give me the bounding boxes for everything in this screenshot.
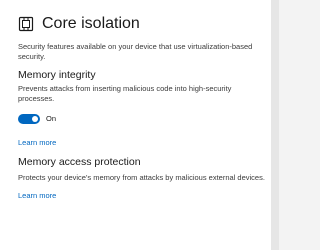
page-header: Core isolation <box>18 14 140 34</box>
shield-chip-icon <box>18 16 34 32</box>
memory-integrity-toggle[interactable] <box>18 114 40 124</box>
window-edge <box>271 0 279 250</box>
memory-integrity-title: Memory integrity <box>18 69 96 81</box>
memory-integrity-description: Prevents attacks from inserting maliciou… <box>18 84 232 103</box>
memory-access-protection-learn-more-link[interactable]: Learn more <box>18 191 56 201</box>
toggle-state-label: On <box>46 114 57 123</box>
memory-access-protection-description: Protects your device's memory from attac… <box>18 173 265 182</box>
memory-integrity-toggle-row: On <box>18 114 56 124</box>
memory-access-protection-title: Memory access protection <box>18 156 141 168</box>
toggle-knob <box>32 116 38 122</box>
intro-text: Security features available on your devi… <box>18 42 253 61</box>
memory-integrity-learn-more-link[interactable]: Learn more <box>18 138 56 148</box>
core-isolation-panel: Core isolation Security features availab… <box>0 0 271 250</box>
page-title: Core isolation <box>42 15 140 32</box>
